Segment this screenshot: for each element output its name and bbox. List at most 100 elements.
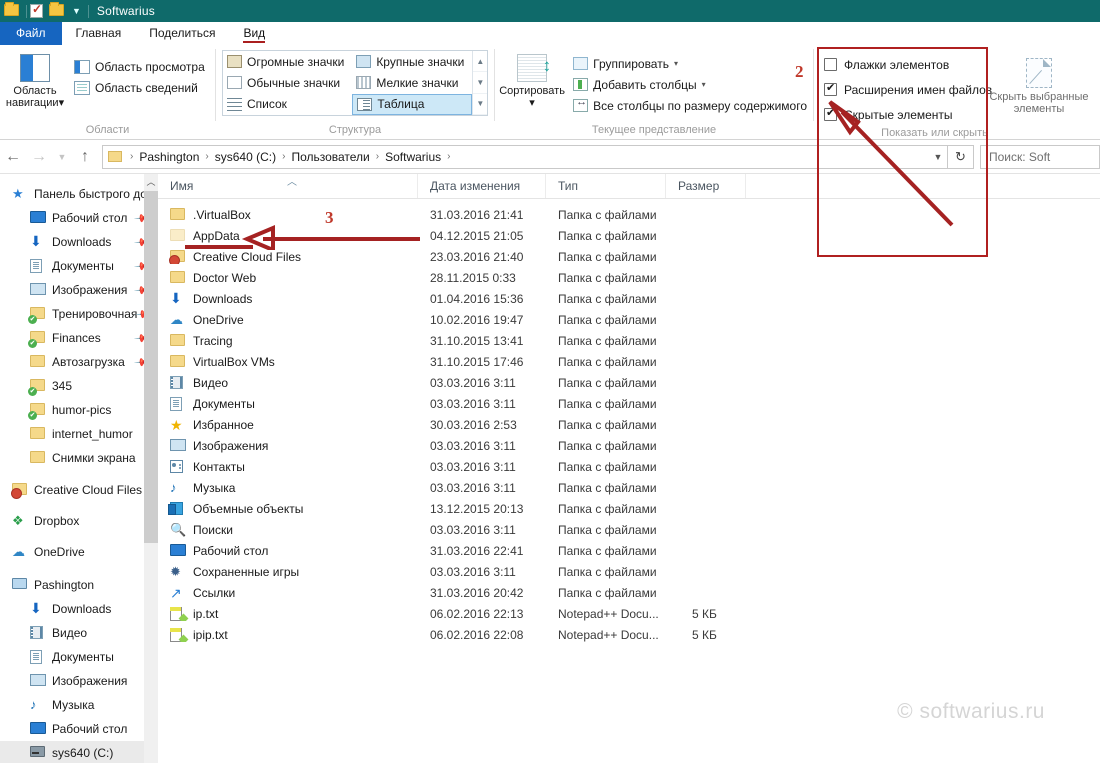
table-row[interactable]: ⬇ Downloads 01.04.2016 15:36 Папка с фай… (158, 288, 1100, 309)
navigation-pane-button[interactable]: Область навигации▾ (0, 50, 70, 124)
file-name-cell[interactable]: ↗ Ссылки (158, 586, 418, 600)
sidebar-item-snimki-ekrana[interactable]: Снимки экрана (0, 446, 158, 470)
gallery-expand-icon[interactable]: ▼ (473, 94, 487, 115)
sidebar-item-pc-desktop[interactable]: Рабочий стол (0, 717, 158, 741)
file-name-cell[interactable]: ♪ Музыка (158, 481, 418, 495)
navigation-pane-scrollbar-thumb[interactable] (144, 191, 158, 543)
column-header-size[interactable]: Размер (666, 174, 746, 198)
add-columns-caret-icon[interactable]: ▾ (702, 80, 706, 89)
table-row[interactable]: Видео 03.03.2016 3:11 Папка с файлами (158, 372, 1100, 393)
table-row[interactable]: .VirtualBox 31.03.2016 21:41 Папка с фай… (158, 204, 1100, 225)
table-row[interactable]: ↗ Ссылки 31.03.2016 20:42 Папка с файлам… (158, 582, 1100, 603)
sidebar-item-dropbox[interactable]: ❖ Dropbox (0, 509, 158, 533)
sidebar-item-sys640-drive[interactable]: sys640 (C:) (0, 741, 158, 763)
forward-arrow-icon[interactable]: → (26, 148, 52, 166)
tab-view[interactable]: Вид (229, 22, 279, 45)
table-row[interactable]: Изображения 03.03.2016 3:11 Папка с файл… (158, 435, 1100, 456)
sidebar-item-pc-pictures[interactable]: Изображения (0, 669, 158, 693)
table-row[interactable]: ipip.txt 06.02.2016 22:08 Notepad++ Docu… (158, 624, 1100, 645)
sidebar-item-345[interactable]: 345 (0, 374, 158, 398)
properties-icon[interactable] (30, 3, 47, 19)
table-row[interactable]: 🔍 Поиски 03.03.2016 3:11 Папка с файлами (158, 519, 1100, 540)
navigation-pane-scrollbar[interactable]: ︿ (144, 174, 158, 763)
sidebar-item-onedrive[interactable]: ☁ OneDrive (0, 540, 158, 564)
table-row[interactable]: Doctor Web 28.11.2015 0:33 Папка с файла… (158, 267, 1100, 288)
tab-share[interactable]: Поделиться (135, 22, 229, 45)
tab-file[interactable]: Файл (0, 22, 62, 45)
layout-details[interactable]: Таблица (352, 94, 472, 115)
sidebar-item-downloads[interactable]: ⬇ Downloads 📌 (0, 230, 158, 254)
file-name-extensions-checkbox-icon[interactable] (824, 83, 837, 96)
table-row[interactable]: Контакты 03.03.2016 3:11 Папка с файлами (158, 456, 1100, 477)
breadcrumb-item-softwarius[interactable]: Softwarius (382, 150, 444, 164)
table-row[interactable]: ✹ Сохраненные игры 03.03.2016 3:11 Папка… (158, 561, 1100, 582)
customize-qat-chevron-icon[interactable]: ▼ (72, 6, 81, 16)
layout-medium-icons[interactable]: Обычные значки (223, 72, 352, 93)
sidebar-item-quick-access[interactable]: ★ Панель быстрого до (0, 182, 158, 206)
file-name-cell[interactable]: Видео (158, 376, 418, 390)
refresh-icon[interactable]: ↻ (948, 145, 974, 169)
column-header-date[interactable]: Дата изменения (418, 174, 546, 198)
file-name-cell[interactable]: Рабочий стол (158, 544, 418, 558)
search-input[interactable]: Поиск: Soft (980, 145, 1100, 169)
file-name-cell[interactable]: Изображения (158, 439, 418, 453)
table-row[interactable]: ip.txt 06.02.2016 22:13 Notepad++ Docu..… (158, 603, 1100, 624)
file-name-cell[interactable]: Документы (158, 397, 418, 411)
sidebar-item-pictures[interactable]: Изображения 📌 (0, 278, 158, 302)
file-name-cell[interactable]: ⬇ Downloads (158, 292, 418, 306)
add-columns-button[interactable]: Добавить столбцы ▾ (569, 74, 813, 95)
file-name-cell[interactable]: ✹ Сохраненные игры (158, 565, 418, 579)
sidebar-item-avtozagruzka[interactable]: Автозагрузка 📌 (0, 350, 158, 374)
layout-list[interactable]: Список (223, 94, 352, 115)
table-row[interactable]: ★ Избранное 30.03.2016 2:53 Папка с файл… (158, 414, 1100, 435)
address-dropdown-icon[interactable]: ▼ (929, 152, 947, 162)
table-row[interactable]: Creative Cloud Files 23.03.2016 21:40 Па… (158, 246, 1100, 267)
breadcrumb-item-pashington[interactable]: Pashington (136, 150, 202, 164)
file-name-cell[interactable]: ipip.txt (158, 628, 418, 642)
file-name-cell[interactable]: VirtualBox VMs (158, 355, 418, 369)
item-checkboxes-checkbox-icon[interactable] (824, 58, 837, 71)
sidebar-item-pc-music[interactable]: ♪ Музыка (0, 693, 158, 717)
up-arrow-icon[interactable]: ↑ (72, 148, 98, 166)
file-name-cell[interactable]: Контакты (158, 460, 418, 474)
breadcrumb-item-sys640[interactable]: sys640 (C:) (212, 150, 279, 164)
table-row[interactable]: Tracing 31.10.2015 13:41 Папка с файлами (158, 330, 1100, 351)
file-name-cell[interactable]: ☁ OneDrive (158, 313, 418, 327)
table-row[interactable]: AppData 04.12.2015 21:05 Папка с файлами (158, 225, 1100, 246)
sidebar-item-pc-documents[interactable]: Документы (0, 645, 158, 669)
table-row[interactable]: ☁ OneDrive 10.02.2016 19:47 Папка с файл… (158, 309, 1100, 330)
group-by-button[interactable]: Группировать ▾ (569, 53, 813, 74)
column-header-name[interactable]: Имя ︿ (158, 174, 418, 198)
file-name-cell[interactable]: 🔍 Поиски (158, 523, 418, 537)
sort-by-button[interactable]: Сортировать▾ (495, 50, 569, 124)
new-folder-icon[interactable] (4, 3, 21, 19)
file-name-cell[interactable]: Tracing (158, 334, 418, 348)
sidebar-item-internet-humor[interactable]: internet_humor (0, 422, 158, 446)
sidebar-item-desktop[interactable]: Рабочий стол 📌 (0, 206, 158, 230)
table-row[interactable]: Рабочий стол 31.03.2016 22:41 Папка с фа… (158, 540, 1100, 561)
layout-large-icons[interactable]: Крупные значки (352, 51, 472, 72)
sidebar-item-documents[interactable]: Документы 📌 (0, 254, 158, 278)
sidebar-item-finances[interactable]: Finances 📌 (0, 326, 158, 350)
file-name-cell[interactable]: AppData (158, 229, 418, 243)
table-row[interactable]: Документы 03.03.2016 3:11 Папка с файлам… (158, 393, 1100, 414)
sidebar-item-pc-videos[interactable]: Видео (0, 621, 158, 645)
sidebar-item-pashington[interactable]: Pashington (0, 573, 158, 597)
table-row[interactable]: VirtualBox VMs 31.10.2015 17:46 Папка с … (158, 351, 1100, 372)
hide-selected-items-button[interactable]: Скрыть выбранные элементы (989, 50, 1089, 127)
preview-pane-button[interactable]: Область просмотра (70, 56, 211, 77)
layout-gallery[interactable]: Огромные значки Обычные значки Список (222, 50, 488, 116)
layout-extra-large-icons[interactable]: Огромные значки (223, 51, 352, 72)
table-row[interactable]: ♪ Музыка 03.03.2016 3:11 Папка с файлами (158, 477, 1100, 498)
file-name-cell[interactable]: ★ Избранное (158, 418, 418, 432)
layout-gallery-scrollbar[interactable]: ▲ ▼ ▼ (472, 51, 487, 115)
address-field[interactable]: › Pashington › sys640 (C:) › Пользовател… (102, 145, 948, 169)
layout-small-icons[interactable]: Мелкие значки (352, 72, 472, 93)
hidden-items-option[interactable]: Скрытые элементы (814, 102, 989, 127)
gallery-scroll-up-icon[interactable]: ▲ (473, 51, 487, 72)
sidebar-item-creative-cloud-files[interactable]: Creative Cloud Files (0, 478, 158, 502)
file-name-extensions-option[interactable]: Расширения имен файлов (814, 77, 989, 102)
recent-locations-chevron-icon[interactable]: ▼ (52, 152, 72, 162)
group-by-caret-icon[interactable]: ▾ (674, 59, 678, 68)
tab-home[interactable]: Главная (62, 22, 136, 45)
